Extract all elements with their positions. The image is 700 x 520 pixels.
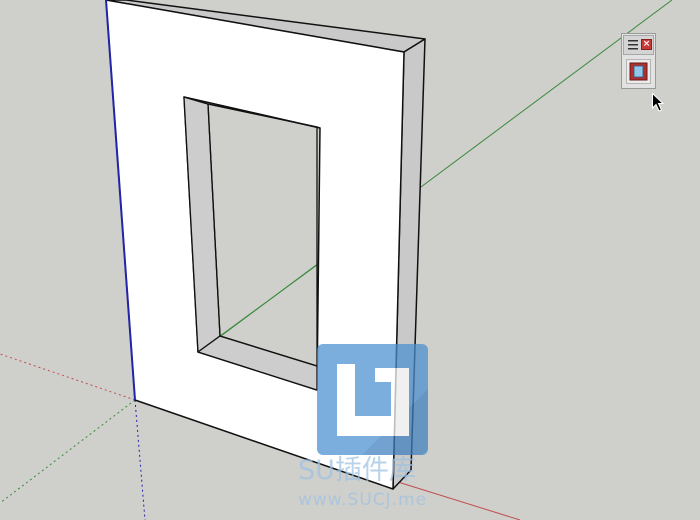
sucj-logo-icon [317,344,428,455]
floating-toolbar[interactable]: × [621,33,656,89]
grip-lines-icon[interactable] [628,40,638,50]
window-frame-tool-button[interactable] [626,59,651,84]
watermark-url-text: www.SUCJ.me [298,490,428,510]
toolbar-titlebar[interactable]: × [623,35,654,55]
window-frame-icon [629,62,648,81]
watermark: SU插件库 www.SUCJ.me [296,344,456,514]
close-icon[interactable]: × [641,39,652,50]
drawing-viewport[interactable]: SU插件库 www.SUCJ.me × [0,0,700,520]
watermark-brand-text: SU插件库 [298,455,416,486]
arrow-pointer-icon [652,93,664,112]
